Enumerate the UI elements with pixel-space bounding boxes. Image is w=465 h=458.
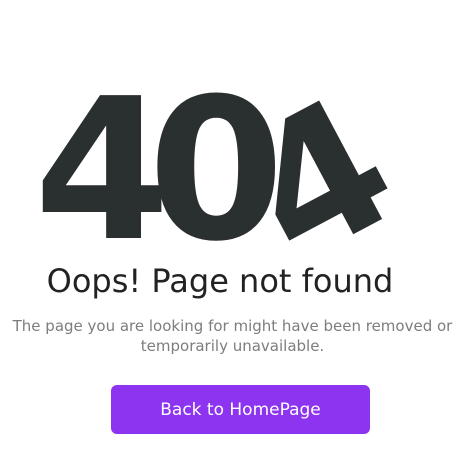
error-message-line-2: temporarily unavailable. — [140, 337, 325, 355]
error-code-svg: 4 0 4 — [34, 56, 427, 305]
error-code-graphic: 4 0 4 — [0, 56, 465, 305]
back-to-homepage-button[interactable]: Back to HomePage — [111, 385, 370, 434]
error-message-line-1: The page you are looking for might have … — [12, 317, 453, 335]
page-title: Oops! Page not found — [46, 262, 394, 300]
error-message: The page you are looking for might have … — [0, 316, 465, 356]
